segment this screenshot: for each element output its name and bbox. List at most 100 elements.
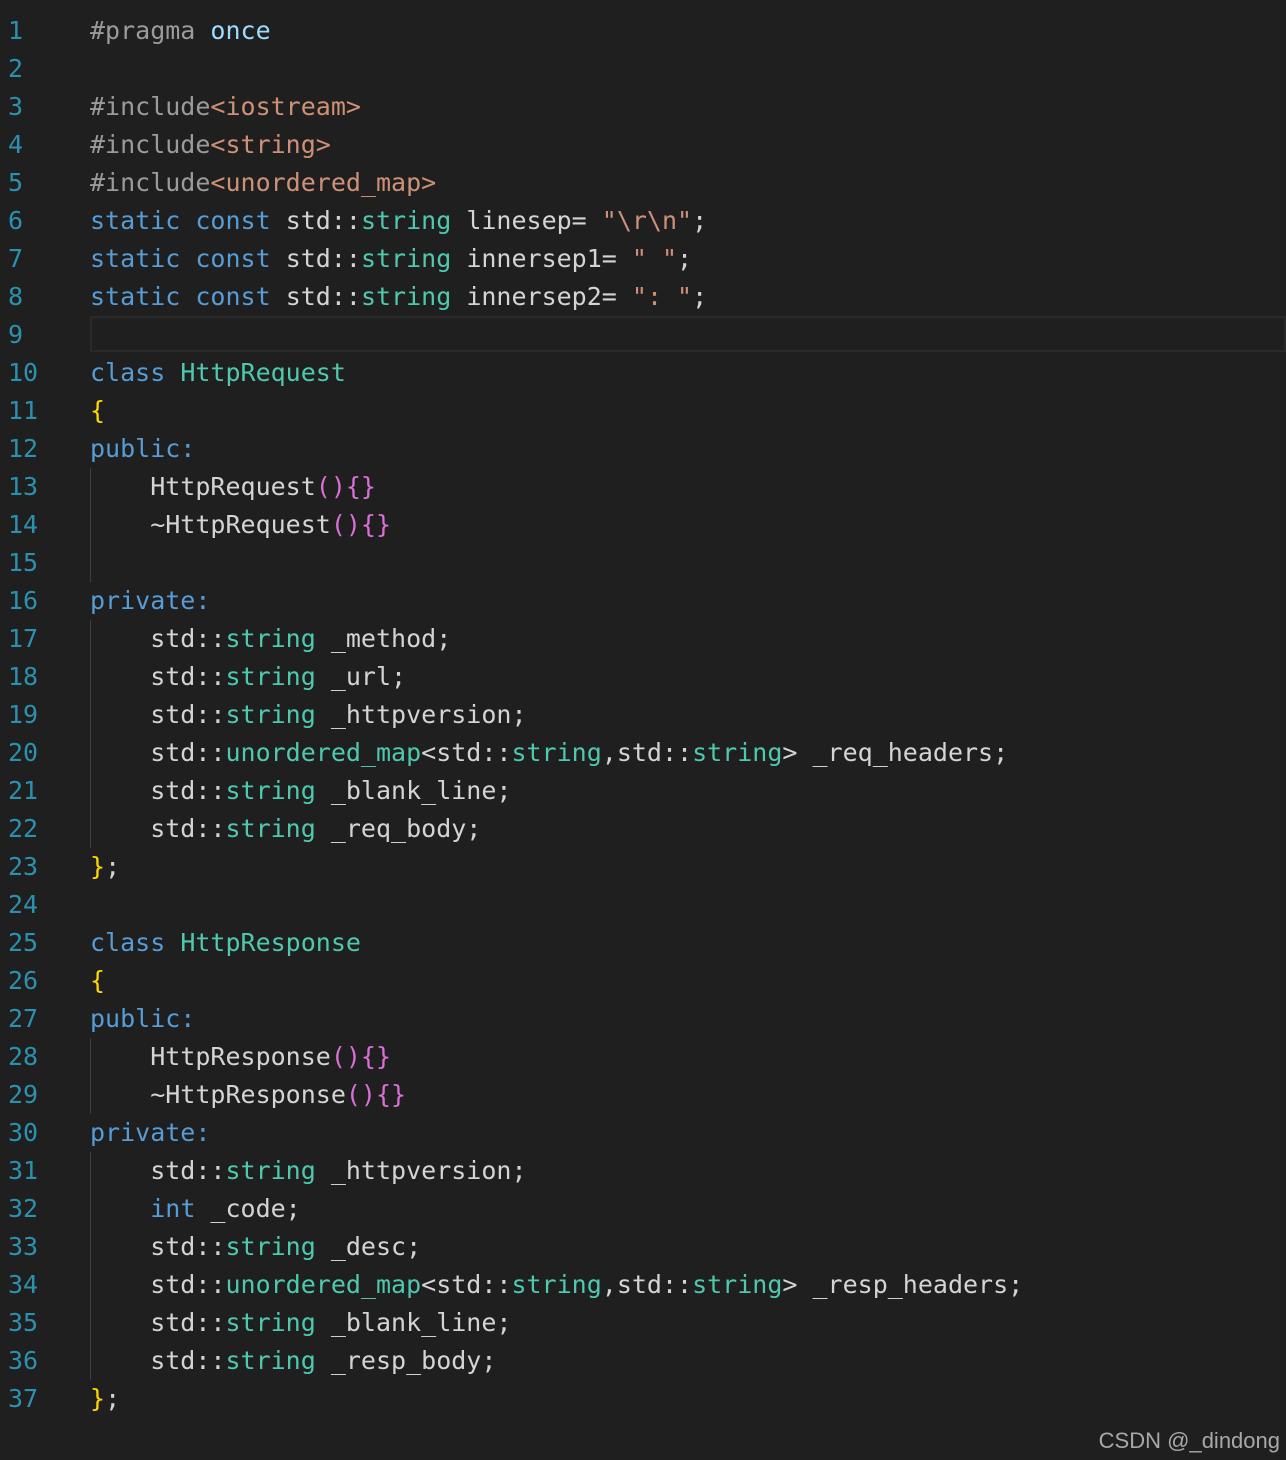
code-text: std::string _req_body; — [90, 810, 481, 848]
line-number: 6 — [8, 206, 24, 235]
code-line[interactable]: 29 ~HttpResponse(){} — [0, 1076, 1286, 1114]
code-token: const — [195, 206, 271, 235]
code-token: <unordered_map> — [210, 168, 437, 197]
code-line[interactable]: 20 std::unordered_map<std::string,std::s… — [0, 734, 1286, 772]
code-text: std::string _desc; — [90, 1228, 421, 1266]
code-token: std:: — [90, 776, 226, 805]
code-line[interactable]: 21 std::string _blank_line; — [0, 772, 1286, 810]
code-token: _httpversion; — [315, 1156, 527, 1185]
line-number: 12 — [8, 434, 39, 463]
code-line[interactable]: 28 HttpResponse(){} — [0, 1038, 1286, 1076]
code-token: string — [692, 1270, 783, 1299]
line-number: 20 — [8, 738, 39, 767]
code-token: std:: — [90, 814, 226, 843]
code-line[interactable]: 33 std::string _desc; — [0, 1228, 1286, 1266]
code-token: string — [225, 1156, 316, 1185]
code-token: public: — [90, 1004, 196, 1033]
code-text: std::string _blank_line; — [90, 772, 511, 810]
code-text: std::string _httpversion; — [90, 696, 527, 734]
code-token: _url; — [315, 662, 407, 691]
code-line[interactable]: 31 std::string _httpversion; — [0, 1152, 1286, 1190]
code-line[interactable]: 18 std::string _url; — [0, 658, 1286, 696]
code-token: int — [150, 1194, 196, 1223]
code-line[interactable]: 12 public: — [0, 430, 1286, 468]
code-line[interactable]: 1 #pragma once — [0, 12, 1286, 50]
code-token: string — [225, 662, 316, 691]
code-editor[interactable]: 1 #pragma once 2 3 #include<iostream> 4 #inclu… — [0, 12, 1286, 1418]
code-line[interactable]: 30 private: — [0, 1114, 1286, 1152]
line-number: 23 — [8, 852, 39, 881]
line-number: 35 — [8, 1308, 39, 1337]
code-line[interactable]: 5 #include<unordered_map> — [0, 164, 1286, 202]
code-token: string — [225, 624, 316, 653]
code-line[interactable]: 19 std::string _httpversion; — [0, 696, 1286, 734]
code-text: #include<string> — [90, 126, 331, 164]
line-number: 3 — [8, 92, 24, 121]
code-token: <iostream> — [210, 92, 361, 121]
code-line[interactable]: 17 std::string _method; — [0, 620, 1286, 658]
code-line[interactable]: 26 { — [0, 962, 1286, 1000]
code-line[interactable]: 25 class HttpResponse — [0, 924, 1286, 962]
code-line[interactable]: 22 std::string _req_body; — [0, 810, 1286, 848]
code-line[interactable]: 4 #include<string> — [0, 126, 1286, 164]
code-token: const — [195, 244, 271, 273]
code-line[interactable]: 32 int _code; — [0, 1190, 1286, 1228]
line-number: 30 — [8, 1118, 39, 1147]
code-line[interactable]: 23}; — [0, 848, 1286, 886]
code-token: _httpversion; — [315, 700, 527, 729]
line-number: 14 — [8, 510, 39, 539]
code-line[interactable]: 36 std::string _resp_body; — [0, 1342, 1286, 1380]
code-token: <string> — [210, 130, 331, 159]
code-line[interactable]: 10 class HttpRequest — [0, 354, 1286, 392]
code-line[interactable]: 37}; — [0, 1380, 1286, 1418]
line-number: 17 — [8, 624, 39, 653]
current-line-highlight — [90, 316, 1286, 352]
code-line[interactable]: 16 private: — [0, 582, 1286, 620]
code-line[interactable]: 35 std::string _blank_line; — [0, 1304, 1286, 1342]
code-token: _req_body; — [315, 814, 482, 843]
line-number: 8 — [8, 282, 24, 311]
code-token: #include — [90, 92, 211, 121]
code-line[interactable]: 3 #include<iostream> — [0, 88, 1286, 126]
line-number: 13 — [8, 472, 39, 501]
line-number: 29 — [8, 1080, 39, 1109]
code-token: (){} — [330, 1042, 392, 1071]
code-token: std:: — [90, 662, 226, 691]
code-line[interactable]: 13 HttpRequest(){} — [0, 468, 1286, 506]
code-token: #include — [90, 168, 211, 197]
code-text: #include<iostream> — [90, 88, 361, 126]
code-token: static — [90, 282, 181, 311]
code-line[interactable]: 11 { — [0, 392, 1286, 430]
line-number: 9 — [8, 320, 24, 349]
code-token: std:: — [90, 1346, 226, 1375]
code-token: class — [90, 358, 166, 387]
line-number: 21 — [8, 776, 39, 805]
code-text: std::string _method; — [90, 620, 451, 658]
code-line[interactable]: 7 static const std::string innersep1= " "… — [0, 240, 1286, 278]
code-token: _code; — [195, 1194, 301, 1223]
code-line[interactable]: 6 static const std::string linesep= "\r\n… — [0, 202, 1286, 240]
code-token: _blank_line; — [315, 776, 512, 805]
code-line[interactable]: 34 std::unordered_map<std::string,std::s… — [0, 1266, 1286, 1304]
code-line[interactable]: 24 — [0, 886, 1286, 924]
code-line[interactable]: 2 — [0, 50, 1286, 88]
code-line[interactable]: 8 static const std::string innersep2= ": … — [0, 278, 1286, 316]
code-line[interactable]: 9 — [0, 316, 1286, 354]
code-text: int _code; — [90, 1190, 301, 1228]
line-number: 24 — [8, 890, 39, 919]
line-number: 18 — [8, 662, 39, 691]
code-line[interactable]: 27 public: — [0, 1000, 1286, 1038]
code-line[interactable]: 15 — [0, 544, 1286, 582]
code-text: HttpResponse(){} — [90, 1038, 391, 1076]
code-token: string — [225, 814, 316, 843]
line-number: 7 — [8, 244, 24, 273]
code-line[interactable]: 14 ~HttpRequest(){} — [0, 506, 1286, 544]
line-number: 1 — [8, 16, 24, 45]
line-number: 2 — [8, 54, 24, 83]
code-token: string — [511, 738, 602, 767]
code-token: string — [360, 244, 452, 273]
code-token: <std:: — [421, 738, 512, 767]
